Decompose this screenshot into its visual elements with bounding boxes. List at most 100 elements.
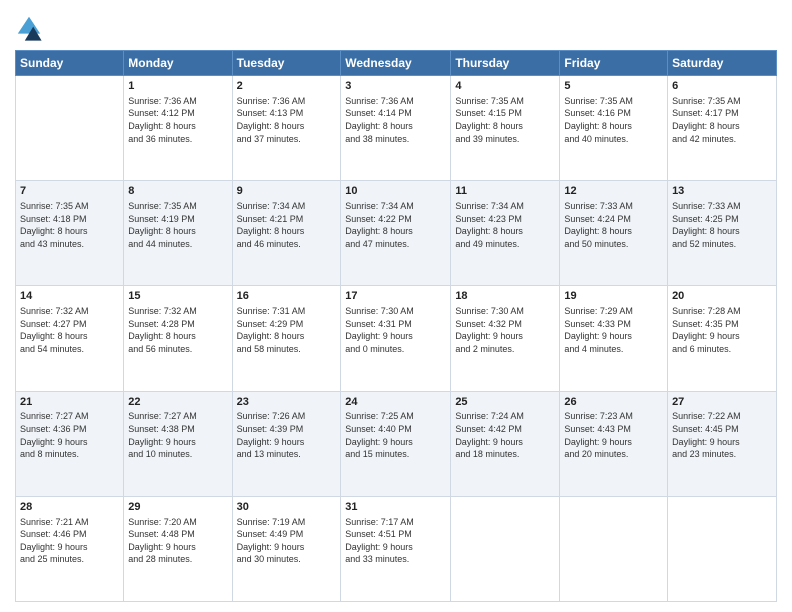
cell-info: Sunrise: 7:36 AM Sunset: 4:12 PM Dayligh… xyxy=(128,95,227,145)
day-number: 7 xyxy=(20,184,119,199)
calendar-cell xyxy=(451,496,560,601)
calendar-cell: 9Sunrise: 7:34 AM Sunset: 4:21 PM Daylig… xyxy=(232,181,341,286)
calendar-cell: 24Sunrise: 7:25 AM Sunset: 4:40 PM Dayli… xyxy=(341,391,451,496)
day-number: 29 xyxy=(128,500,227,515)
calendar-cell: 18Sunrise: 7:30 AM Sunset: 4:32 PM Dayli… xyxy=(451,286,560,391)
calendar-cell: 7Sunrise: 7:35 AM Sunset: 4:18 PM Daylig… xyxy=(16,181,124,286)
cell-info: Sunrise: 7:33 AM Sunset: 4:25 PM Dayligh… xyxy=(672,200,772,250)
cell-info: Sunrise: 7:35 AM Sunset: 4:16 PM Dayligh… xyxy=(564,95,663,145)
calendar-cell: 27Sunrise: 7:22 AM Sunset: 4:45 PM Dayli… xyxy=(668,391,777,496)
day-number: 22 xyxy=(128,395,227,410)
cell-info: Sunrise: 7:32 AM Sunset: 4:27 PM Dayligh… xyxy=(20,305,119,355)
calendar-cell: 20Sunrise: 7:28 AM Sunset: 4:35 PM Dayli… xyxy=(668,286,777,391)
calendar-cell: 29Sunrise: 7:20 AM Sunset: 4:48 PM Dayli… xyxy=(124,496,232,601)
calendar-cell xyxy=(16,76,124,181)
day-number: 10 xyxy=(345,184,446,199)
day-number: 6 xyxy=(672,79,772,94)
cell-info: Sunrise: 7:32 AM Sunset: 4:28 PM Dayligh… xyxy=(128,305,227,355)
cell-info: Sunrise: 7:22 AM Sunset: 4:45 PM Dayligh… xyxy=(672,410,772,460)
calendar-cell: 4Sunrise: 7:35 AM Sunset: 4:15 PM Daylig… xyxy=(451,76,560,181)
day-number: 27 xyxy=(672,395,772,410)
cell-info: Sunrise: 7:25 AM Sunset: 4:40 PM Dayligh… xyxy=(345,410,446,460)
day-number: 30 xyxy=(237,500,337,515)
cell-info: Sunrise: 7:33 AM Sunset: 4:24 PM Dayligh… xyxy=(564,200,663,250)
cell-info: Sunrise: 7:36 AM Sunset: 4:14 PM Dayligh… xyxy=(345,95,446,145)
calendar-cell: 13Sunrise: 7:33 AM Sunset: 4:25 PM Dayli… xyxy=(668,181,777,286)
day-number: 11 xyxy=(455,184,555,199)
week-row-2: 14Sunrise: 7:32 AM Sunset: 4:27 PM Dayli… xyxy=(16,286,777,391)
cell-info: Sunrise: 7:30 AM Sunset: 4:31 PM Dayligh… xyxy=(345,305,446,355)
calendar-cell: 5Sunrise: 7:35 AM Sunset: 4:16 PM Daylig… xyxy=(560,76,668,181)
calendar-cell: 14Sunrise: 7:32 AM Sunset: 4:27 PM Dayli… xyxy=(16,286,124,391)
week-row-3: 21Sunrise: 7:27 AM Sunset: 4:36 PM Dayli… xyxy=(16,391,777,496)
cell-info: Sunrise: 7:35 AM Sunset: 4:18 PM Dayligh… xyxy=(20,200,119,250)
header-wednesday: Wednesday xyxy=(341,51,451,76)
day-number: 15 xyxy=(128,289,227,304)
calendar-cell xyxy=(560,496,668,601)
calendar-cell: 10Sunrise: 7:34 AM Sunset: 4:22 PM Dayli… xyxy=(341,181,451,286)
day-number: 20 xyxy=(672,289,772,304)
day-number: 5 xyxy=(564,79,663,94)
header-tuesday: Tuesday xyxy=(232,51,341,76)
cell-info: Sunrise: 7:34 AM Sunset: 4:23 PM Dayligh… xyxy=(455,200,555,250)
calendar-cell: 23Sunrise: 7:26 AM Sunset: 4:39 PM Dayli… xyxy=(232,391,341,496)
cell-info: Sunrise: 7:28 AM Sunset: 4:35 PM Dayligh… xyxy=(672,305,772,355)
day-number: 31 xyxy=(345,500,446,515)
day-number: 1 xyxy=(128,79,227,94)
cell-info: Sunrise: 7:17 AM Sunset: 4:51 PM Dayligh… xyxy=(345,516,446,566)
day-number: 13 xyxy=(672,184,772,199)
header-sunday: Sunday xyxy=(16,51,124,76)
calendar-cell: 31Sunrise: 7:17 AM Sunset: 4:51 PM Dayli… xyxy=(341,496,451,601)
day-number: 2 xyxy=(237,79,337,94)
day-number: 25 xyxy=(455,395,555,410)
day-number: 28 xyxy=(20,500,119,515)
cell-info: Sunrise: 7:19 AM Sunset: 4:49 PM Dayligh… xyxy=(237,516,337,566)
calendar-cell: 30Sunrise: 7:19 AM Sunset: 4:49 PM Dayli… xyxy=(232,496,341,601)
calendar-cell: 17Sunrise: 7:30 AM Sunset: 4:31 PM Dayli… xyxy=(341,286,451,391)
day-number: 21 xyxy=(20,395,119,410)
cell-info: Sunrise: 7:35 AM Sunset: 4:19 PM Dayligh… xyxy=(128,200,227,250)
calendar-cell: 26Sunrise: 7:23 AM Sunset: 4:43 PM Dayli… xyxy=(560,391,668,496)
calendar-cell: 8Sunrise: 7:35 AM Sunset: 4:19 PM Daylig… xyxy=(124,181,232,286)
cell-info: Sunrise: 7:36 AM Sunset: 4:13 PM Dayligh… xyxy=(237,95,337,145)
cell-info: Sunrise: 7:23 AM Sunset: 4:43 PM Dayligh… xyxy=(564,410,663,460)
day-number: 8 xyxy=(128,184,227,199)
calendar-cell: 19Sunrise: 7:29 AM Sunset: 4:33 PM Dayli… xyxy=(560,286,668,391)
logo xyxy=(15,14,45,42)
cell-info: Sunrise: 7:29 AM Sunset: 4:33 PM Dayligh… xyxy=(564,305,663,355)
calendar-cell: 1Sunrise: 7:36 AM Sunset: 4:12 PM Daylig… xyxy=(124,76,232,181)
cell-info: Sunrise: 7:26 AM Sunset: 4:39 PM Dayligh… xyxy=(237,410,337,460)
day-number: 24 xyxy=(345,395,446,410)
cell-info: Sunrise: 7:24 AM Sunset: 4:42 PM Dayligh… xyxy=(455,410,555,460)
week-row-1: 7Sunrise: 7:35 AM Sunset: 4:18 PM Daylig… xyxy=(16,181,777,286)
cell-info: Sunrise: 7:27 AM Sunset: 4:36 PM Dayligh… xyxy=(20,410,119,460)
calendar-cell: 2Sunrise: 7:36 AM Sunset: 4:13 PM Daylig… xyxy=(232,76,341,181)
header-monday: Monday xyxy=(124,51,232,76)
calendar-table: SundayMondayTuesdayWednesdayThursdayFrid… xyxy=(15,50,777,602)
calendar-cell: 21Sunrise: 7:27 AM Sunset: 4:36 PM Dayli… xyxy=(16,391,124,496)
logo-icon xyxy=(15,14,43,42)
calendar-cell: 25Sunrise: 7:24 AM Sunset: 4:42 PM Dayli… xyxy=(451,391,560,496)
cell-info: Sunrise: 7:30 AM Sunset: 4:32 PM Dayligh… xyxy=(455,305,555,355)
day-number: 23 xyxy=(237,395,337,410)
header-friday: Friday xyxy=(560,51,668,76)
calendar-cell: 6Sunrise: 7:35 AM Sunset: 4:17 PM Daylig… xyxy=(668,76,777,181)
day-number: 9 xyxy=(237,184,337,199)
calendar-cell: 22Sunrise: 7:27 AM Sunset: 4:38 PM Dayli… xyxy=(124,391,232,496)
calendar-cell: 3Sunrise: 7:36 AM Sunset: 4:14 PM Daylig… xyxy=(341,76,451,181)
header-thursday: Thursday xyxy=(451,51,560,76)
cell-info: Sunrise: 7:31 AM Sunset: 4:29 PM Dayligh… xyxy=(237,305,337,355)
day-number: 16 xyxy=(237,289,337,304)
cell-info: Sunrise: 7:34 AM Sunset: 4:21 PM Dayligh… xyxy=(237,200,337,250)
day-number: 3 xyxy=(345,79,446,94)
calendar-cell: 12Sunrise: 7:33 AM Sunset: 4:24 PM Dayli… xyxy=(560,181,668,286)
day-number: 18 xyxy=(455,289,555,304)
page: SundayMondayTuesdayWednesdayThursdayFrid… xyxy=(0,0,792,612)
calendar-cell: 16Sunrise: 7:31 AM Sunset: 4:29 PM Dayli… xyxy=(232,286,341,391)
header-saturday: Saturday xyxy=(668,51,777,76)
day-number: 26 xyxy=(564,395,663,410)
cell-info: Sunrise: 7:27 AM Sunset: 4:38 PM Dayligh… xyxy=(128,410,227,460)
cell-info: Sunrise: 7:35 AM Sunset: 4:15 PM Dayligh… xyxy=(455,95,555,145)
header-row: SundayMondayTuesdayWednesdayThursdayFrid… xyxy=(16,51,777,76)
calendar-cell: 28Sunrise: 7:21 AM Sunset: 4:46 PM Dayli… xyxy=(16,496,124,601)
